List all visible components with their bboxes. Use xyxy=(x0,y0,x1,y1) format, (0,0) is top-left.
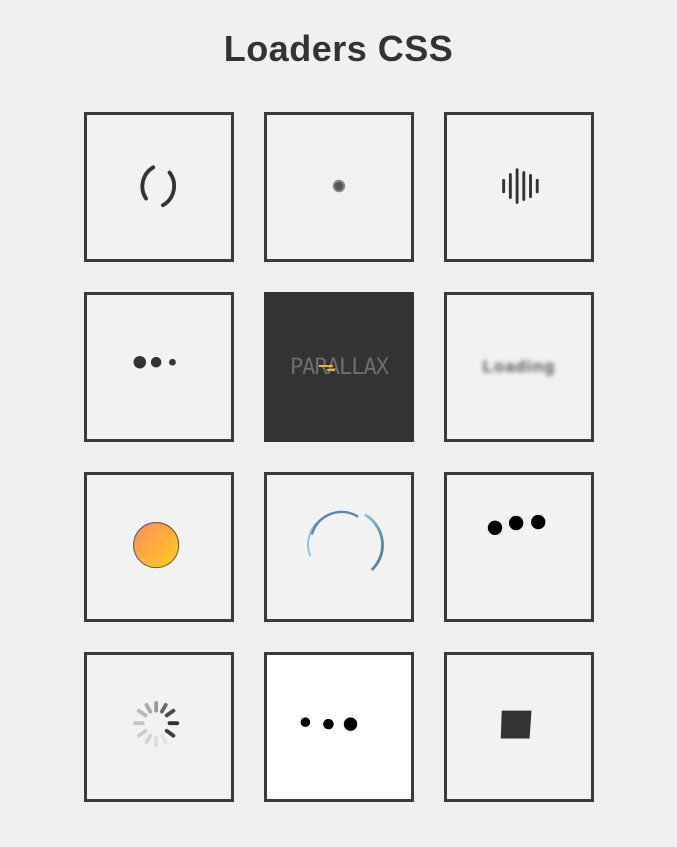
blur-loading-label: Loading xyxy=(482,357,556,376)
growing-dots-graphic xyxy=(300,717,358,731)
page-title: Loaders CSS xyxy=(223,28,454,69)
trapezoid-graphic xyxy=(500,710,532,739)
scramble-accent-bar xyxy=(327,369,335,371)
loader-growing-dots xyxy=(264,652,414,802)
double-arc-graphic xyxy=(307,510,384,571)
loader-gradient-orb xyxy=(84,472,234,622)
loader-sound-bars xyxy=(444,112,594,262)
page: Loaders CSS PARALLAX Loading xyxy=(0,0,677,847)
loader-scramble-text: PARALLAX xyxy=(264,292,414,442)
loader-blur-text: Loading xyxy=(444,292,594,442)
loader-spinner-arc xyxy=(84,112,234,262)
loader-pulse-dot xyxy=(264,112,414,262)
spinner-arc-graphic xyxy=(140,165,176,208)
scramble-text-label: PARALLAX xyxy=(290,354,389,380)
pulse-dot-graphic xyxy=(332,179,346,193)
loader-bouncing-dots xyxy=(444,472,594,622)
sound-bars-graphic xyxy=(502,168,539,204)
loader-spoke-spinner xyxy=(84,652,234,802)
dots-shrinking-graphic xyxy=(133,355,176,369)
loader-double-arc xyxy=(264,472,414,622)
gradient-orb-graphic xyxy=(133,522,180,569)
loader-trapezoid xyxy=(444,652,594,802)
loader-dots-shrinking xyxy=(84,292,234,442)
loaders-grid: PARALLAX Loading xyxy=(84,112,594,802)
spoke-spinner-graphic xyxy=(133,701,180,748)
scramble-accent-bar xyxy=(319,365,333,367)
bouncing-dots-graphic xyxy=(487,514,546,535)
